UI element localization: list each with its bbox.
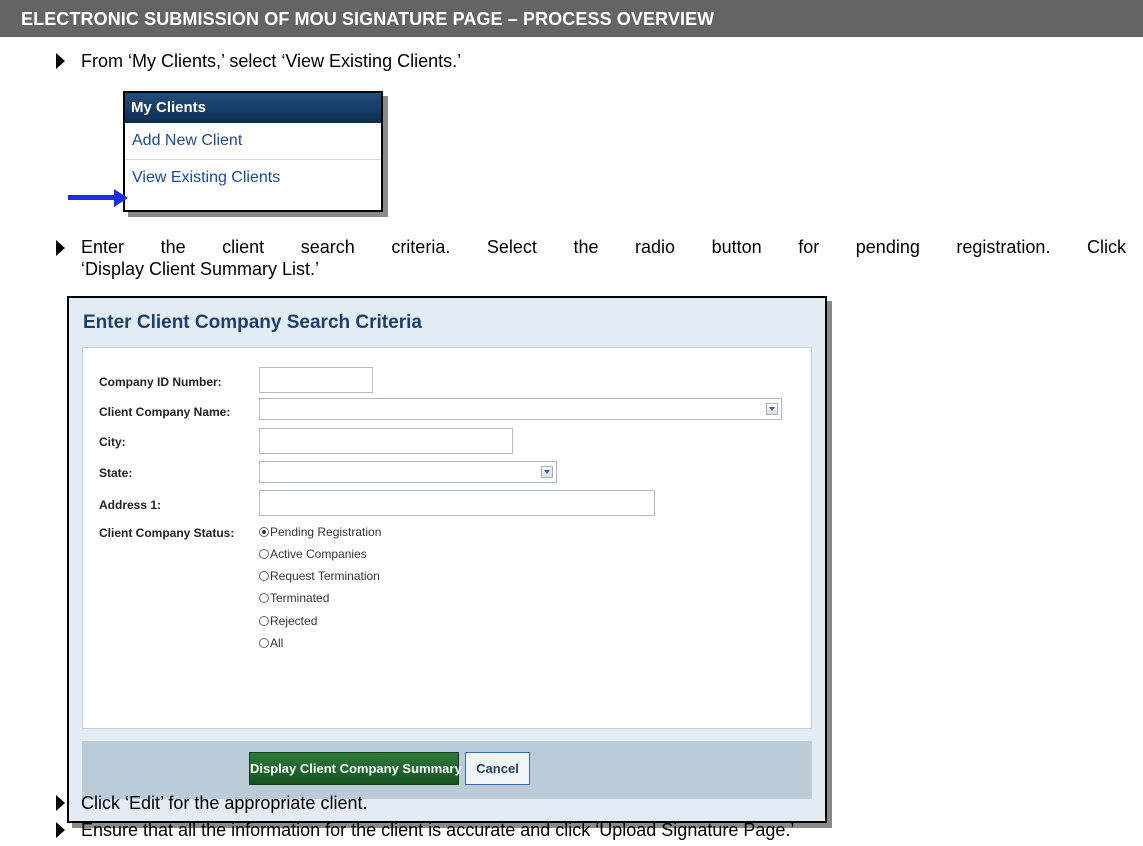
address-label: Address 1: — [99, 498, 162, 512]
radio-icon — [259, 571, 269, 581]
status-option-label: Rejected — [270, 614, 318, 628]
chevron-down-icon — [541, 466, 553, 478]
bullet-icon — [56, 240, 65, 256]
status-radio-all[interactable]: All — [259, 636, 283, 650]
status-option-label: Pending Registration — [270, 525, 382, 539]
panel-footer: Display Client Company Summary List Canc… — [82, 741, 812, 799]
status-option-label: Active Companies — [270, 547, 367, 561]
state-select[interactable] — [259, 461, 557, 483]
status-radio-pending[interactable]: Pending Registration — [259, 525, 381, 539]
display-summary-button[interactable]: Display Client Company Summary List — [249, 752, 488, 785]
radio-selected-icon — [259, 527, 269, 537]
status-radio-active[interactable]: Active Companies — [259, 547, 367, 561]
cancel-button[interactable]: Cancel — [465, 752, 530, 785]
step-2-text: Enter the client search criteria. Select… — [81, 236, 1126, 258]
status-radio-terminated[interactable]: Terminated — [259, 591, 329, 605]
bullet-icon — [56, 53, 65, 69]
section-title: ELECTRONIC SUBMISSION OF MOU SIGNATURE P… — [21, 9, 715, 29]
pointer-arrow-head-icon — [114, 189, 128, 207]
section-header: ELECTRONIC SUBMISSION OF MOU SIGNATURE P… — [0, 0, 1143, 37]
step-4-text: Ensure that all the information for the … — [81, 820, 795, 840]
menu-item-view-existing-clients[interactable]: View Existing Clients — [125, 160, 381, 196]
company-id-input[interactable] — [259, 367, 373, 393]
radio-icon — [259, 638, 269, 648]
step-2-line-1: Enter the client search criteria. Select… — [81, 237, 1126, 257]
pointer-arrow-icon — [68, 195, 116, 200]
menu-title: My Clients — [125, 93, 381, 123]
panel-title: Enter Client Company Search Criteria — [83, 312, 422, 333]
radio-icon — [259, 616, 269, 626]
status-label: Client Company Status: — [99, 526, 235, 540]
step-2-text-cont: ‘Display Client Summary List.’ — [81, 259, 320, 279]
status-option-label: Request Termination — [270, 569, 380, 583]
status-radio-rejected[interactable]: Rejected — [259, 614, 317, 628]
city-label: City: — [99, 435, 126, 449]
company-name-label: Client Company Name: — [99, 405, 231, 419]
step-3-text: Click ‘Edit’ for the appropriate client. — [81, 793, 368, 813]
bullet-icon — [56, 795, 65, 811]
radio-icon — [259, 549, 269, 559]
chevron-down-icon — [766, 403, 778, 415]
my-clients-menu: My Clients Add New Client View Existing … — [123, 91, 383, 212]
status-radio-request-termination[interactable]: Request Termination — [259, 569, 380, 583]
status-option-label: Terminated — [270, 591, 330, 605]
search-form: Company ID Number: Client Company Name: … — [82, 347, 812, 729]
company-name-select[interactable] — [259, 398, 782, 420]
menu-item-add-new-client[interactable]: Add New Client — [125, 123, 381, 160]
bullet-icon — [56, 822, 65, 838]
step-1-text: From ‘My Clients,’ select ‘View Existing… — [81, 51, 462, 71]
radio-icon — [259, 593, 269, 603]
status-option-label: All — [270, 636, 284, 650]
city-input[interactable] — [259, 428, 513, 454]
address-input[interactable] — [259, 490, 655, 516]
state-label: State: — [99, 466, 133, 480]
company-id-label: Company ID Number: — [99, 375, 222, 389]
search-criteria-panel: Enter Client Company Search Criteria Com… — [67, 296, 827, 823]
